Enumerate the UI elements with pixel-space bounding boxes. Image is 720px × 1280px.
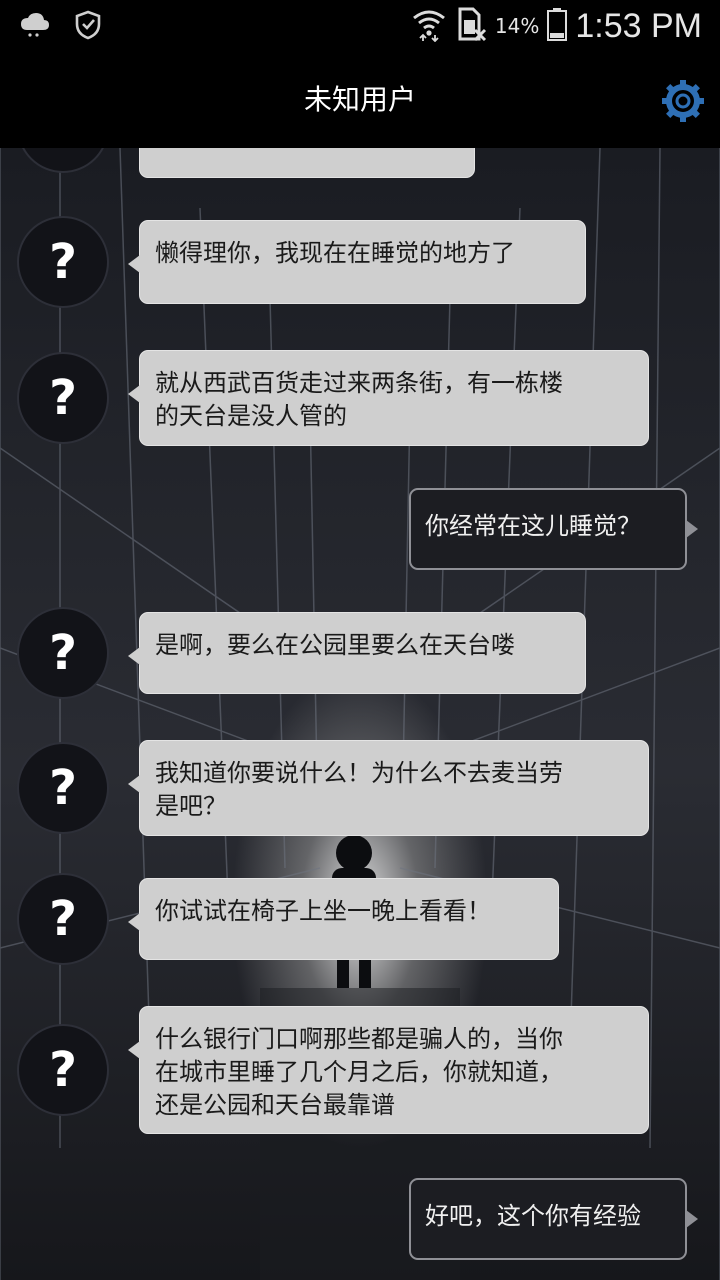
battery-icon: [547, 7, 568, 45]
chat-header: 未知用户: [0, 52, 720, 148]
message-incoming: ? 你试试在椅子上坐一晚上看看！: [0, 873, 720, 965]
message-bubble[interactable]: 什么银行门口啊那些都是骗人的，当你 在城市里睡了几个月之后，你就知道， 还是公园…: [128, 1006, 649, 1134]
chat-title: 未知用户: [303, 83, 416, 116]
chat-area[interactable]: ??懒得理你，我现在在睡觉的地方了?就从西武百货走过来两条街，有一栋楼 的天台是…: [0, 148, 720, 1280]
message-bubble[interactable]: 你试试在椅子上坐一晚上看看！: [128, 878, 559, 960]
app-screen: 14% 1:53 PM 未知用户 ? 懒得理你，我现在在睡觉的地方了 ? 就从西…: [0, 0, 720, 1280]
settings-button[interactable]: [660, 78, 706, 124]
gear-icon: [660, 80, 706, 128]
shield-check-icon: [74, 10, 102, 44]
wifi-icon: [411, 6, 447, 46]
message-bubble[interactable]: 好吧，这个你有经验: [409, 1178, 698, 1260]
status-bar: 14% 1:53 PM: [0, 0, 720, 52]
weather-cloud-icon: [20, 12, 50, 42]
message-bubble[interactable]: 我知道你要说什么！为什么不去麦当劳 是吧？: [128, 740, 649, 836]
battery-percent: 14%: [494, 14, 540, 38]
message-bubble[interactable]: 就从西武百货走过来两条街，有一栋楼 的天台是没人管的: [128, 350, 649, 446]
message-incoming: ? 是啊，要么在公园里要么在天台喽: [0, 607, 720, 699]
message-bubble[interactable]: [139, 148, 475, 178]
unknown-user-avatar[interactable]: ?: [17, 1024, 109, 1116]
message-incoming: ? 懒得理你，我现在在睡觉的地方了: [0, 216, 720, 308]
message-bubble[interactable]: 懒得理你，我现在在睡觉的地方了: [128, 220, 586, 304]
unknown-user-avatar[interactable]: ?: [17, 607, 109, 699]
status-time: 1:53 PM: [575, 6, 702, 45]
message-outgoing: 你经常在这儿睡觉？: [0, 488, 720, 570]
message-incoming: ? 什么银行门口啊那些都是骗人的，当你 在城市里睡了几个月之后，你就知道， 还是公…: [0, 1006, 720, 1134]
message-bubble[interactable]: 你经常在这儿睡觉？: [409, 488, 698, 570]
no-sim-icon: [455, 6, 487, 46]
unknown-user-avatar[interactable]: ?: [17, 216, 109, 308]
unknown-user-avatar[interactable]: ?: [17, 873, 109, 965]
unknown-user-avatar[interactable]: ?: [17, 352, 109, 444]
message-bubble[interactable]: 是啊，要么在公园里要么在天台喽: [128, 612, 586, 694]
unknown-user-avatar[interactable]: ?: [17, 148, 109, 173]
message-incoming: ?: [0, 148, 720, 178]
message-incoming: ? 就从西武百货走过来两条街，有一栋楼 的天台是没人管的: [0, 350, 720, 446]
message-outgoing: 好吧，这个你有经验: [0, 1178, 720, 1260]
unknown-user-avatar[interactable]: ?: [17, 742, 109, 834]
message-incoming: ? 我知道你要说什么！为什么不去麦当劳 是吧？: [0, 740, 720, 836]
